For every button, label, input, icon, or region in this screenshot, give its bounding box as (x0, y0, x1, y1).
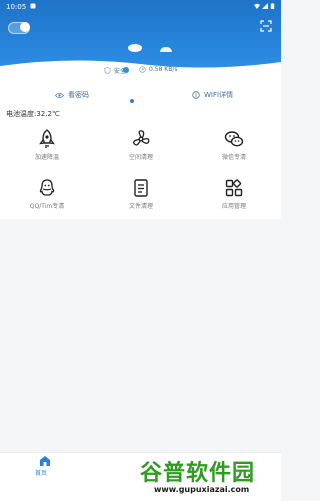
feature-label: 空间清理 (128, 154, 153, 161)
battery-temperature-bar: 电池温度:32.2℃ (0, 106, 281, 122)
cloud-decoration (160, 47, 172, 52)
signal-icon (262, 3, 268, 9)
apps-icon (225, 179, 243, 197)
battery-temperature-text: 电池温度:32.2℃ (6, 110, 60, 118)
bottom-navigation: 首页 谷普软件园 www.gupuxiazai.com (0, 452, 281, 501)
fan-icon (133, 130, 150, 146)
network-speed: 0.58 KB/s (139, 66, 177, 73)
feature-grid: 加速降温 空间清理 微信专清 QQ/Tim专清 文件清理 应用管理 (0, 121, 281, 219)
feature-label: 微信专清 (221, 154, 246, 161)
battery-icon (270, 3, 275, 9)
hero-banner: 10:05 安全 0.58 KB/s 看密码 WIFI详情 (0, 0, 281, 106)
scan-icon[interactable] (260, 20, 272, 32)
wifi-details-label: WIFI详情 (204, 91, 234, 99)
rocket-icon (39, 129, 55, 148)
speed-label: 0.58 KB/s (149, 66, 178, 73)
qq-icon (39, 179, 55, 196)
view-password-button[interactable]: 看密码 (55, 90, 89, 100)
speed-icon (139, 66, 146, 73)
wifi-details-button[interactable]: WIFI详情 (192, 90, 233, 100)
shield-icon (104, 67, 111, 74)
feature-label: QQ/Tim专清 (29, 203, 65, 210)
watermark-url: www.gupuxiazai.com (154, 485, 250, 494)
cloud-decoration (128, 44, 142, 52)
feature-app-manage[interactable]: 应用管理 (187, 170, 281, 219)
eye-icon (55, 92, 64, 98)
mode-toggle[interactable] (8, 22, 30, 34)
page-indicator (130, 99, 134, 103)
status-time: 10:05 (6, 3, 27, 11)
status-bar: 10:05 (0, 0, 281, 14)
feature-label: 文件清理 (128, 203, 153, 210)
notification-icon (30, 3, 36, 9)
view-password-label: 看密码 (68, 91, 89, 99)
watermark: 谷普软件园 www.gupuxiazai.com (138, 455, 281, 501)
wechat-icon (224, 131, 244, 147)
feature-qq-clean[interactable]: QQ/Tim专清 (0, 170, 94, 219)
watermark-title: 谷普软件园 (140, 461, 256, 486)
feature-label: 应用管理 (221, 203, 246, 210)
feature-label: 加速降温 (34, 154, 59, 161)
file-icon (134, 179, 148, 197)
feature-file-clean[interactable]: 文件清理 (94, 170, 188, 219)
feature-speed-cool[interactable]: 加速降温 (0, 121, 94, 170)
status-dot (123, 67, 129, 73)
wifi-icon (254, 3, 260, 9)
feature-wechat-clean[interactable]: 微信专清 (187, 121, 281, 170)
home-icon[interactable] (39, 455, 51, 467)
info-icon (192, 91, 200, 99)
nav-home-label[interactable]: 首页 (35, 468, 47, 477)
feature-space-clean[interactable]: 空间清理 (94, 121, 188, 170)
